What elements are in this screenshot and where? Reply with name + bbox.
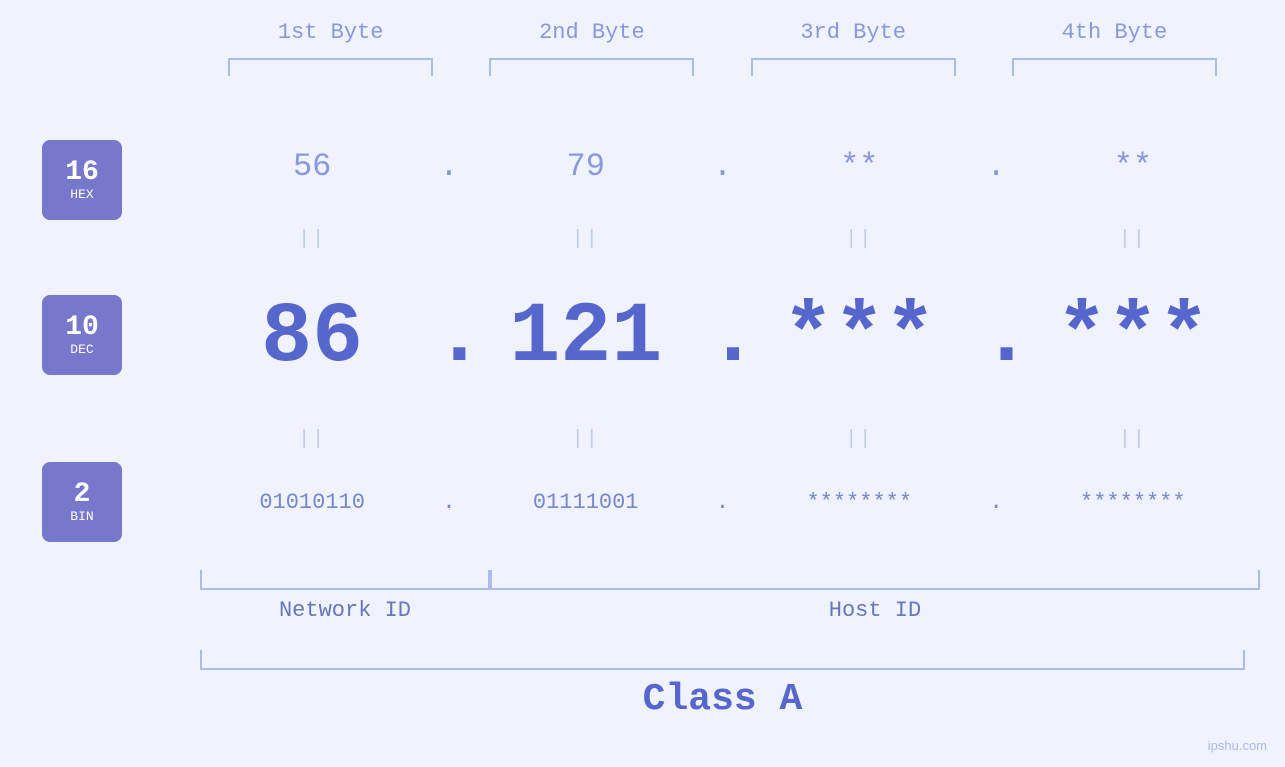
byte3-header: 3rd Byte	[733, 20, 973, 45]
bin-b4: ********	[1030, 490, 1235, 515]
hex-dot1: .	[434, 148, 464, 185]
bin-dot2: .	[707, 490, 737, 515]
eq2-b2: ||	[483, 428, 688, 451]
eq1-b3: ||	[757, 228, 962, 251]
class-a-label: Class A	[200, 678, 1245, 721]
top-brackets	[200, 58, 1245, 76]
equals-row-2: || || || ||	[200, 428, 1245, 451]
dec-row: 86 . 121 . *** . ***	[200, 295, 1245, 380]
class-bracket	[200, 650, 1245, 670]
eq2-b3: ||	[757, 428, 962, 451]
hex-dot2: .	[707, 148, 737, 185]
bin-b2: 01111001	[483, 490, 688, 515]
bottom-brackets	[200, 570, 1260, 590]
network-id-label: Network ID	[200, 598, 490, 623]
dec-dot2: .	[707, 295, 737, 380]
badge-bin-label: BIN	[70, 509, 93, 524]
badge-bin-number: 2	[74, 481, 91, 509]
badge-hex-label: HEX	[70, 187, 93, 202]
hex-b2: 79	[483, 148, 688, 185]
dec-dot3: .	[981, 295, 1011, 380]
bin-b1: 01010110	[210, 490, 415, 515]
eq1-b1: ||	[210, 228, 415, 251]
dec-b3: ***	[757, 295, 962, 380]
dec-b4: ***	[1030, 295, 1235, 380]
eq1-b2: ||	[483, 228, 688, 251]
badge-dec-number: 10	[65, 314, 99, 342]
badge-dec-label: DEC	[70, 342, 93, 357]
eq1-b4: ||	[1030, 228, 1235, 251]
top-bracket-2	[489, 58, 694, 76]
byte2-header: 2nd Byte	[472, 20, 712, 45]
byte-headers: 1st Byte 2nd Byte 3rd Byte 4th Byte	[200, 20, 1245, 45]
watermark: ipshu.com	[1208, 738, 1267, 753]
top-bracket-3	[751, 58, 956, 76]
bin-dot1: .	[434, 490, 464, 515]
hex-b1: 56	[210, 148, 415, 185]
badge-hex: 16 HEX	[42, 140, 122, 220]
hex-row: 56 . 79 . ** . **	[200, 148, 1245, 185]
host-id-label: Host ID	[490, 598, 1260, 623]
badge-dec: 10 DEC	[42, 295, 122, 375]
top-bracket-4	[1012, 58, 1217, 76]
hex-dot3: .	[981, 148, 1011, 185]
byte4-header: 4th Byte	[994, 20, 1234, 45]
equals-row-1: || || || ||	[200, 228, 1245, 251]
bot-bracket-host	[490, 570, 1260, 590]
dec-b1: 86	[210, 295, 415, 380]
bot-bracket-network	[200, 570, 490, 590]
bin-row: 01010110 . 01111001 . ******** . *******…	[200, 490, 1245, 515]
dec-dot1: .	[434, 295, 464, 380]
bin-dot3: .	[981, 490, 1011, 515]
eq2-b1: ||	[210, 428, 415, 451]
page: 1st Byte 2nd Byte 3rd Byte 4th Byte 16 H…	[0, 0, 1285, 767]
byte1-header: 1st Byte	[211, 20, 451, 45]
badge-bin: 2 BIN	[42, 462, 122, 542]
badge-hex-number: 16	[65, 159, 99, 187]
top-bracket-1	[228, 58, 433, 76]
eq2-b4: ||	[1030, 428, 1235, 451]
bin-b3: ********	[757, 490, 962, 515]
hex-b3: **	[757, 148, 962, 185]
dec-b2: 121	[483, 295, 688, 380]
hex-b4: **	[1030, 148, 1235, 185]
